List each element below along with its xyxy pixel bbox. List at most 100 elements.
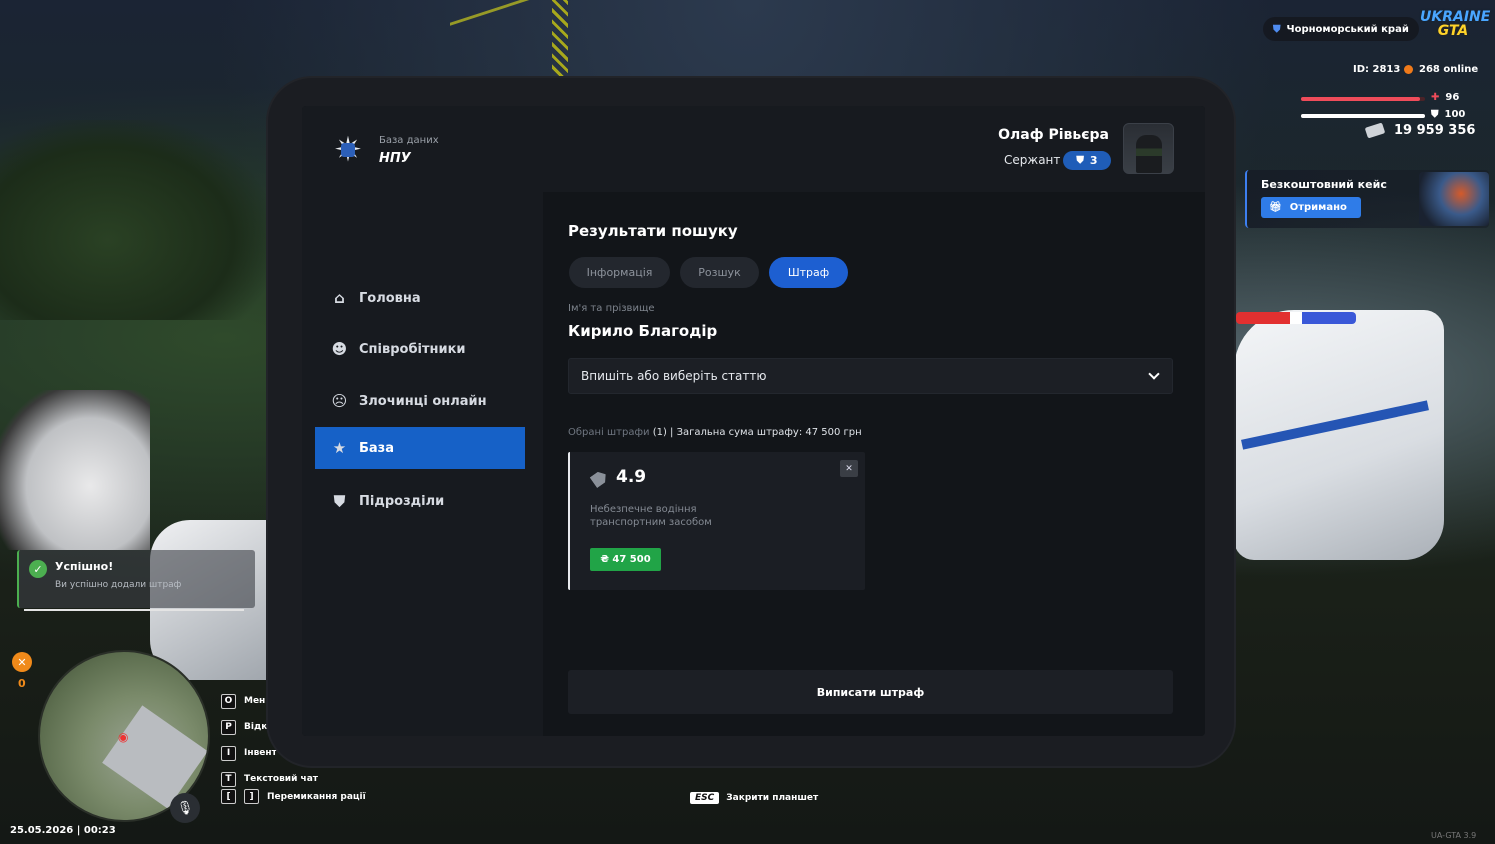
selected-fines-summary: Обрані штрафи (1) | Загальна сума штрафу…: [568, 427, 862, 438]
health-number: 96: [1445, 92, 1460, 103]
shield-icon: ⛊: [333, 492, 346, 510]
armor-shield-icon: ⛊: [1431, 109, 1439, 120]
money-display: 19 959 356: [1364, 122, 1476, 139]
submit-fine-button[interactable]: Виписати штраф: [568, 670, 1173, 714]
esc-label: Закрити планшет: [726, 793, 819, 803]
article-select[interactable]: Впишіть або виберіть статтю: [568, 358, 1173, 394]
esc-hint[interactable]: ESC Закрити планшет: [690, 792, 818, 804]
top-bar: Олаф Рівьєра Сержант ⛊ 3: [543, 106, 1205, 192]
player-id: ID: 2813: [1353, 64, 1401, 75]
armor-number: 100: [1444, 109, 1466, 120]
success-notification: ✓ Успішно! Ви успішно додали штраф: [17, 550, 255, 608]
hint-key-open-bracket: [: [221, 789, 236, 804]
fine-card: 4.9 ✕ Небезпечне водіння транспортним за…: [568, 452, 865, 590]
hunger-value: 0: [18, 677, 26, 690]
fine-amount-badge: ₴ 47 500: [590, 548, 661, 571]
mic-icon[interactable]: 🎙︎: [170, 793, 200, 823]
sidebar-item-0[interactable]: ⌂ Головна: [315, 277, 525, 319]
hint-key: I: [221, 745, 236, 761]
notification-progress: [24, 609, 244, 611]
armor-bar-fill: [1301, 114, 1425, 118]
hint-race-label: Перемикання рації: [267, 791, 366, 802]
sidebar: ✷ База даних НПУ ⌂Головна☻Співробітники☹…: [302, 106, 543, 736]
game-logo: UKRAINE GTA: [1420, 9, 1491, 46]
rank-level: 3: [1089, 154, 1098, 167]
hint-key: T: [221, 771, 236, 787]
avatar[interactable]: [1123, 123, 1174, 174]
tab-2[interactable]: Штраф: [769, 257, 848, 288]
selected-fines-prefix: Обрані штрафи: [568, 427, 650, 438]
shield-icon: ⛊: [1273, 23, 1281, 35]
datetime: 25.05.2026 | 00:23: [10, 825, 116, 836]
tag-icon: [590, 469, 610, 488]
police-car-lights: [1236, 312, 1356, 324]
hint-key: O: [221, 693, 236, 709]
sidebar-item-label: Головна: [359, 290, 421, 306]
money-amount: 19 959 356: [1394, 123, 1476, 138]
free-case-button[interactable]: 🎁︎ Отримано: [1261, 197, 1361, 218]
tablet-screen: ✷ База даних НПУ ⌂Головна☻Співробітники☹…: [302, 106, 1205, 736]
hint-key-close-bracket: ]: [244, 789, 259, 804]
rank-shield-icon: ⛊: [1076, 155, 1084, 166]
character-dog-head: [0, 390, 150, 550]
logo-line1: UKRAINE: [1420, 9, 1491, 25]
people-icon: ☻: [331, 340, 348, 358]
sidebar-item-4[interactable]: ⛊ Підрозділи: [315, 480, 525, 522]
person-name: Кирило Благодір: [568, 322, 718, 340]
tree-left: [0, 120, 270, 320]
minimap-building: [102, 705, 208, 809]
brand-title: НПУ: [379, 151, 411, 166]
fine-article: 4.9: [616, 467, 647, 487]
sidebar-item-2[interactable]: ☹ Злочинці онлайн: [315, 380, 525, 422]
hint-key: P: [221, 719, 236, 735]
sidebar-item-3[interactable]: ★ База: [315, 427, 525, 469]
main-panel: Олаф Рівьєра Сержант ⛊ 3 Результати пошу…: [543, 106, 1205, 736]
hint-label: Текстовий чат: [244, 774, 318, 784]
home-icon: ⌂: [334, 289, 345, 307]
gift-icon: 🎁︎: [1269, 202, 1282, 213]
tab-1[interactable]: Розшук: [680, 257, 759, 288]
health-value: ✚ 96: [1431, 92, 1459, 103]
notification-message: Ви успішно додали штраф: [55, 580, 182, 590]
chevron-down-icon: [1148, 368, 1160, 380]
free-case-button-label: Отримано: [1289, 202, 1347, 213]
submit-fine-label: Виписати штраф: [816, 685, 925, 699]
crane-tower: [552, 0, 568, 80]
notification-title: Успішно!: [55, 560, 114, 573]
online-indicator: 268 online: [1404, 64, 1478, 75]
hint-label: Інвент: [244, 748, 277, 758]
region-badge: ⛊ Чорноморський край: [1263, 17, 1419, 41]
armor-value: ⛊ 100: [1431, 109, 1465, 120]
star-icon: ★: [332, 439, 347, 457]
free-case-panel[interactable]: Безкоштовний кейс 🎁︎ Отримано: [1245, 170, 1489, 228]
avatar-figure: [1135, 135, 1162, 173]
user-rank: Сержант: [1004, 153, 1061, 167]
region-label: Чорноморський край: [1286, 23, 1409, 35]
check-icon: ✓: [29, 560, 47, 578]
fine-remove-button[interactable]: ✕: [840, 460, 858, 477]
minimap-player-icon: ◉: [118, 730, 129, 744]
case-image: [1419, 172, 1489, 226]
online-dot-icon: [1404, 65, 1413, 74]
online-count: 268 online: [1419, 64, 1479, 75]
sidebar-item-label: Співробітники: [359, 341, 466, 357]
sidebar-item-label: Підрозділи: [359, 493, 445, 509]
tab-0[interactable]: Інформація: [569, 257, 670, 288]
section-title: Результати пошуку: [568, 222, 738, 240]
sidebar-item-label: Злочинці онлайн: [359, 393, 487, 409]
logo-line2: GTA: [1437, 23, 1469, 39]
name-label: Ім'я та прізвище: [568, 303, 655, 314]
user-name: Олаф Рівьєра: [998, 127, 1109, 143]
brand-subtitle: База даних: [379, 135, 439, 146]
selected-fines-total: (1) | Загальна сума штрафу: 47 500 грн: [652, 427, 862, 438]
sidebar-item-1[interactable]: ☻ Співробітники: [315, 328, 525, 370]
hint-race: [ ] Перемикання рації: [221, 789, 366, 804]
npu-badge-center: [341, 143, 355, 157]
hunger-icon: ✕: [12, 652, 32, 672]
sidebar-item-label: База: [359, 440, 395, 456]
health-bar: [1301, 97, 1425, 101]
health-bar-fill: [1301, 97, 1421, 101]
fine-description: Небезпечне водіння транспортним засобом: [590, 504, 712, 528]
hint-label: Відк: [244, 722, 268, 732]
health-cross-icon: ✚: [1431, 92, 1440, 103]
